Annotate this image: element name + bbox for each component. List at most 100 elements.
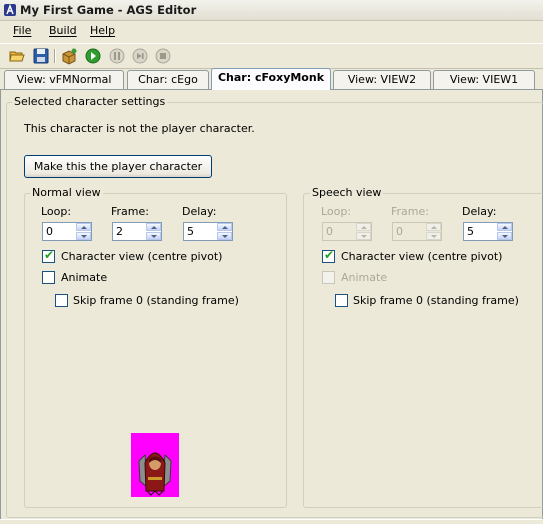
menu-bar: File Build Help <box>0 22 543 41</box>
tab-view-view2[interactable]: View: VIEW2 <box>333 70 431 89</box>
speech-character-view-label: Character view (centre pivot) <box>341 250 503 263</box>
character-sprite-preview <box>131 433 179 497</box>
speech-view-title: Speech view <box>310 186 384 199</box>
ags-app-icon <box>4 3 16 16</box>
window-title: My First Game - AGS Editor <box>20 3 197 17</box>
build-icon[interactable] <box>60 47 78 65</box>
make-player-button-label: Make this the player character <box>33 160 203 173</box>
menu-help[interactable]: Help <box>90 24 115 37</box>
spin-down-button[interactable] <box>426 232 441 240</box>
window-bottom-edge <box>0 519 543 524</box>
normal-animate-checkbox[interactable] <box>42 271 55 284</box>
spinner-arrows <box>217 223 232 240</box>
spinner-arrows <box>356 223 371 240</box>
spin-up-button[interactable] <box>76 223 91 231</box>
normal-loop-spinner[interactable]: 0 <box>42 222 92 241</box>
checkmark-icon: ✔ <box>44 248 55 262</box>
speech-animate-label: Animate <box>341 271 388 284</box>
normal-view-title: Normal view <box>30 186 103 199</box>
checkmark-icon: ✔ <box>324 248 335 262</box>
speech-delay-label: Delay: <box>462 205 497 218</box>
normal-character-view-checkbox[interactable]: ✔ <box>42 248 55 263</box>
spin-down-button[interactable] <box>76 232 91 240</box>
document-tabs: View: vFMNormal Char: cEgo Char: cFoxyMo… <box>0 68 543 90</box>
menu-build[interactable]: Build <box>49 24 77 37</box>
arrow-down-icon <box>151 235 157 238</box>
spin-down-button[interactable] <box>497 232 512 240</box>
menu-help-label: Help <box>90 24 116 37</box>
arrow-up-icon <box>222 226 228 229</box>
run-icon[interactable] <box>84 47 102 65</box>
arrow-down-icon <box>361 235 367 238</box>
toolbar-separator <box>54 49 56 63</box>
spinner-value: 0 <box>326 225 333 238</box>
spinner-arrows <box>497 223 512 240</box>
tab-label: View: VIEW2 <box>347 73 417 86</box>
normal-skip-frame-checkbox[interactable] <box>55 294 68 307</box>
speech-frame-label: Frame: <box>391 205 429 218</box>
settings-group-title: Selected character settings <box>12 95 168 108</box>
speech-character-view-checkbox[interactable]: ✔ <box>322 248 335 263</box>
pause-icon[interactable] <box>108 47 126 65</box>
spinner-value: 5 <box>187 225 194 238</box>
spin-up-button[interactable] <box>497 223 512 231</box>
normal-animate-label: Animate <box>61 271 108 284</box>
speech-delay-spinner[interactable]: 5 <box>463 222 513 241</box>
spinner-value: 0 <box>396 225 403 238</box>
spin-up-button[interactable] <box>356 223 371 231</box>
arrow-up-icon <box>361 226 367 229</box>
arrow-up-icon <box>151 226 157 229</box>
arrow-down-icon <box>502 235 508 238</box>
spinner-value: 2 <box>116 225 123 238</box>
tab-view-view1[interactable]: View: VIEW1 <box>433 70 535 89</box>
step-icon[interactable] <box>131 47 149 65</box>
arrow-down-icon <box>431 235 437 238</box>
normal-delay-label: Delay: <box>182 205 217 218</box>
speech-loop-spinner[interactable]: 0 <box>322 222 372 241</box>
monk-sprite-image <box>138 452 172 496</box>
tab-char-cfoxymonk[interactable]: Char: cFoxyMonk <box>211 68 331 90</box>
open-icon[interactable] <box>8 47 26 65</box>
tab-label: Char: cEgo <box>138 73 198 86</box>
speech-frame-spinner[interactable]: 0 <box>392 222 442 241</box>
spin-down-button[interactable] <box>356 232 371 240</box>
spin-up-button[interactable] <box>426 223 441 231</box>
spin-down-button[interactable] <box>146 232 161 240</box>
arrow-down-icon <box>222 235 228 238</box>
tab-view-vfmnormal[interactable]: View: vFMNormal <box>4 70 124 89</box>
spinner-arrows <box>146 223 161 240</box>
arrow-up-icon <box>502 226 508 229</box>
menu-file-label: File <box>13 24 32 37</box>
normal-skip-frame-label: Skip frame 0 (standing frame) <box>73 294 239 307</box>
spin-up-button[interactable] <box>217 223 232 231</box>
normal-loop-label: Loop: <box>41 205 72 218</box>
toolbar <box>0 43 543 69</box>
arrow-up-icon <box>81 226 87 229</box>
speech-animate-checkbox[interactable] <box>322 271 335 284</box>
tab-char-cego[interactable]: Char: cEgo <box>127 70 209 89</box>
normal-delay-spinner[interactable]: 5 <box>183 222 233 241</box>
tab-label: View: vFMNormal <box>16 73 112 86</box>
stop-icon[interactable] <box>154 47 172 65</box>
title-bar: My First Game - AGS Editor <box>0 0 543 21</box>
speech-skip-frame-checkbox[interactable] <box>335 294 348 307</box>
menu-file[interactable]: File <box>13 24 31 37</box>
make-player-character-button[interactable]: Make this the player character <box>24 155 212 178</box>
normal-character-view-label: Character view (centre pivot) <box>61 250 223 263</box>
arrow-up-icon <box>431 226 437 229</box>
spin-down-button[interactable] <box>217 232 232 240</box>
arrow-down-icon <box>81 235 87 238</box>
save-icon[interactable] <box>32 47 50 65</box>
tab-label: View: VIEW1 <box>449 73 519 86</box>
speech-skip-frame-label: Skip frame 0 (standing frame) <box>353 294 519 307</box>
spinner-arrows <box>426 223 441 240</box>
menu-build-label: Build <box>49 24 77 37</box>
normal-frame-label: Frame: <box>111 205 149 218</box>
player-status-text: This character is not the player charact… <box>24 122 255 135</box>
normal-frame-spinner[interactable]: 2 <box>112 222 162 241</box>
tab-label: Char: cFoxyMonk <box>217 71 325 84</box>
speech-loop-label: Loop: <box>321 205 352 218</box>
spin-up-button[interactable] <box>146 223 161 231</box>
spinner-value: 5 <box>467 225 474 238</box>
spinner-arrows <box>76 223 91 240</box>
